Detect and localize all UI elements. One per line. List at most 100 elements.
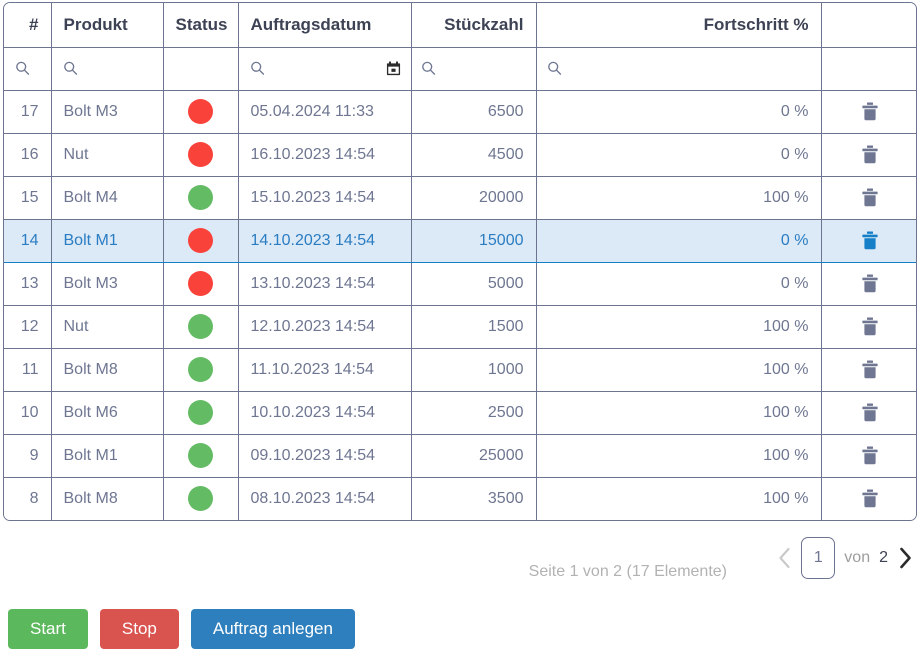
trash-icon[interactable]: [861, 231, 879, 251]
table-row[interactable]: 8 Bolt M8 08.10.2023 14:54 3500 100 %: [4, 477, 916, 520]
table-row[interactable]: 10 Bolt M6 10.10.2023 14:54 2500 100 %: [4, 391, 916, 435]
trash-icon[interactable]: [861, 489, 879, 509]
cell-id: 17: [4, 90, 52, 134]
status-dot-green: [188, 357, 213, 382]
filter-cell-id[interactable]: [4, 47, 52, 91]
cell-quantity: 2500: [411, 391, 537, 435]
cell-progress: 100 %: [536, 348, 822, 392]
table-row[interactable]: 15 Bolt M4 15.10.2023 14:54 20000 100 %: [4, 176, 916, 220]
cell-quantity: 4500: [411, 133, 537, 177]
trash-icon[interactable]: [861, 102, 879, 122]
chevron-left-icon[interactable]: [777, 546, 792, 570]
cell-actions: [821, 133, 916, 177]
cell-progress: 100 %: [536, 391, 822, 435]
column-header-product[interactable]: Produkt: [51, 3, 164, 48]
trash-icon[interactable]: [861, 317, 879, 337]
cell-progress: 100 %: [536, 305, 822, 349]
page-number-input[interactable]: 1: [801, 537, 836, 579]
cell-progress: 0 %: [536, 219, 822, 263]
cell-progress: 0 %: [536, 133, 822, 177]
cell-id: 10: [4, 391, 52, 435]
cell-actions: [821, 391, 916, 435]
column-header-status[interactable]: Status: [163, 3, 239, 48]
column-header-id[interactable]: #: [4, 3, 52, 48]
orders-table: # Produkt Status Auftragsdatum Stückzahl…: [4, 3, 916, 520]
cell-id: 11: [4, 348, 52, 392]
column-header-progress[interactable]: Fortschritt %: [536, 3, 822, 48]
filter-cell-progress[interactable]: [536, 47, 822, 91]
cell-actions: [821, 176, 916, 220]
search-icon[interactable]: [249, 60, 266, 77]
cell-id: 9: [4, 434, 52, 478]
status-dot-green: [188, 314, 213, 339]
search-icon[interactable]: [62, 60, 79, 77]
table-row[interactable]: 11 Bolt M8 11.10.2023 14:54 1000 100 %: [4, 348, 916, 392]
create-order-button[interactable]: Auftrag anlegen: [190, 609, 355, 649]
chevron-right-icon[interactable]: [897, 546, 912, 570]
table-row[interactable]: 16 Nut 16.10.2023 14:54 4500 0 %: [4, 133, 916, 177]
search-icon[interactable]: [420, 60, 437, 77]
filter-cell-quantity[interactable]: [411, 47, 537, 91]
pagination-of-label: von: [844, 549, 871, 566]
pagination-total-pages: 2: [879, 549, 888, 566]
column-header-quantity[interactable]: Stückzahl: [411, 3, 537, 48]
cell-id: 13: [4, 262, 52, 306]
cell-status: [163, 305, 239, 349]
cell-quantity: 15000: [411, 219, 537, 263]
filter-row: [4, 47, 916, 91]
filter-cell-product[interactable]: [51, 47, 164, 91]
pagination-controls: 1 von 2: [777, 537, 912, 579]
cell-id: 16: [4, 133, 52, 177]
trash-icon[interactable]: [861, 446, 879, 466]
cell-product: Bolt M8: [51, 477, 164, 520]
cell-actions: [821, 348, 916, 392]
cell-status: [163, 477, 239, 520]
cell-product: Nut: [51, 305, 164, 349]
cell-status: [163, 348, 239, 392]
table-row[interactable]: 14 Bolt M1 14.10.2023 14:54 15000 0 %: [4, 219, 916, 263]
start-button[interactable]: Start: [8, 609, 88, 649]
trash-icon[interactable]: [861, 360, 879, 380]
table-row[interactable]: 12 Nut 12.10.2023 14:54 1500 100 %: [4, 305, 916, 349]
table-row[interactable]: 13 Bolt M3 13.10.2023 14:54 5000 0 %: [4, 262, 916, 306]
cell-status: [163, 90, 239, 134]
cell-progress: 100 %: [536, 477, 822, 520]
cell-quantity: 3500: [411, 477, 537, 520]
column-header-actions: [821, 3, 916, 48]
cell-product: Nut: [51, 133, 164, 177]
cell-id: 12: [4, 305, 52, 349]
calendar-icon[interactable]: [386, 61, 401, 76]
trash-icon[interactable]: [861, 403, 879, 423]
cell-id: 14: [4, 219, 52, 263]
cell-actions: [821, 262, 916, 306]
status-dot-red: [188, 271, 213, 296]
cell-progress: 0 %: [536, 90, 822, 134]
filter-cell-date[interactable]: [238, 47, 412, 91]
search-icon[interactable]: [546, 60, 563, 77]
cell-product: Bolt M3: [51, 262, 164, 306]
filter-cell-actions: [821, 47, 916, 91]
cell-date: 10.10.2023 14:54: [238, 391, 412, 435]
status-dot-red: [188, 142, 213, 167]
trash-icon[interactable]: [861, 188, 879, 208]
search-icon[interactable]: [14, 60, 31, 77]
stop-button[interactable]: Stop: [99, 609, 179, 649]
cell-progress: 100 %: [536, 434, 822, 478]
cell-status: [163, 262, 239, 306]
trash-icon[interactable]: [861, 145, 879, 165]
cell-quantity: 20000: [411, 176, 537, 220]
cell-quantity: 25000: [411, 434, 537, 478]
table-row[interactable]: 9 Bolt M1 09.10.2023 14:54 25000 100 %: [4, 434, 916, 478]
cell-actions: [821, 477, 916, 520]
cell-quantity: 5000: [411, 262, 537, 306]
table-row[interactable]: 17 Bolt M3 05.04.2024 11:33 6500 0 %: [4, 90, 916, 134]
table-body: 17 Bolt M3 05.04.2024 11:33 6500 0 % 16 Nut 16.…: [4, 47, 916, 520]
trash-icon[interactable]: [861, 274, 879, 294]
cell-status: [163, 133, 239, 177]
table-header: # Produkt Status Auftragsdatum Stückzahl…: [4, 3, 916, 48]
status-dot-green: [188, 400, 213, 425]
cell-date: 16.10.2023 14:54: [238, 133, 412, 177]
column-header-date[interactable]: Auftragsdatum: [238, 3, 412, 48]
cell-product: Bolt M6: [51, 391, 164, 435]
action-button-bar: Start Stop Auftrag anlegen: [8, 609, 355, 649]
